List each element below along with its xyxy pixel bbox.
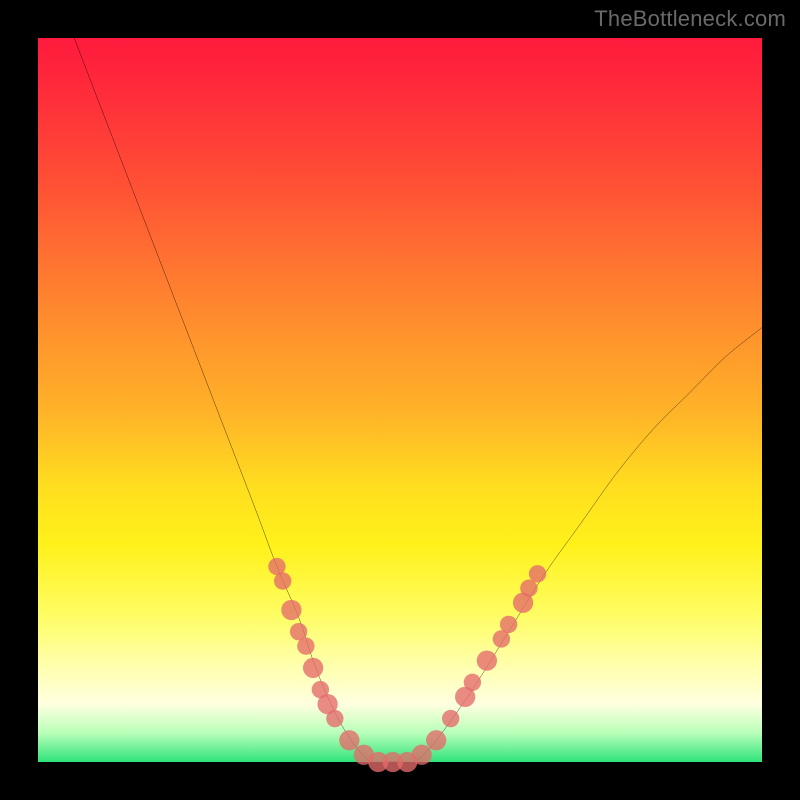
data-marker: [339, 730, 359, 750]
bottleneck-curve: [38, 38, 762, 762]
data-marker: [500, 616, 517, 633]
data-marker: [281, 600, 301, 620]
curve-path: [74, 38, 762, 764]
marker-layer: [268, 558, 546, 772]
data-marker: [412, 745, 432, 765]
data-marker: [529, 565, 546, 582]
data-marker: [442, 710, 459, 727]
plot-area: [38, 38, 762, 762]
data-marker: [297, 637, 314, 654]
data-marker: [326, 710, 343, 727]
data-marker: [303, 658, 323, 678]
data-marker: [477, 651, 497, 671]
chart-frame: TheBottleneck.com: [0, 0, 800, 800]
data-marker: [464, 674, 481, 691]
watermark-text: TheBottleneck.com: [594, 6, 786, 32]
data-marker: [520, 580, 537, 597]
data-marker: [426, 730, 446, 750]
data-marker: [274, 572, 291, 589]
